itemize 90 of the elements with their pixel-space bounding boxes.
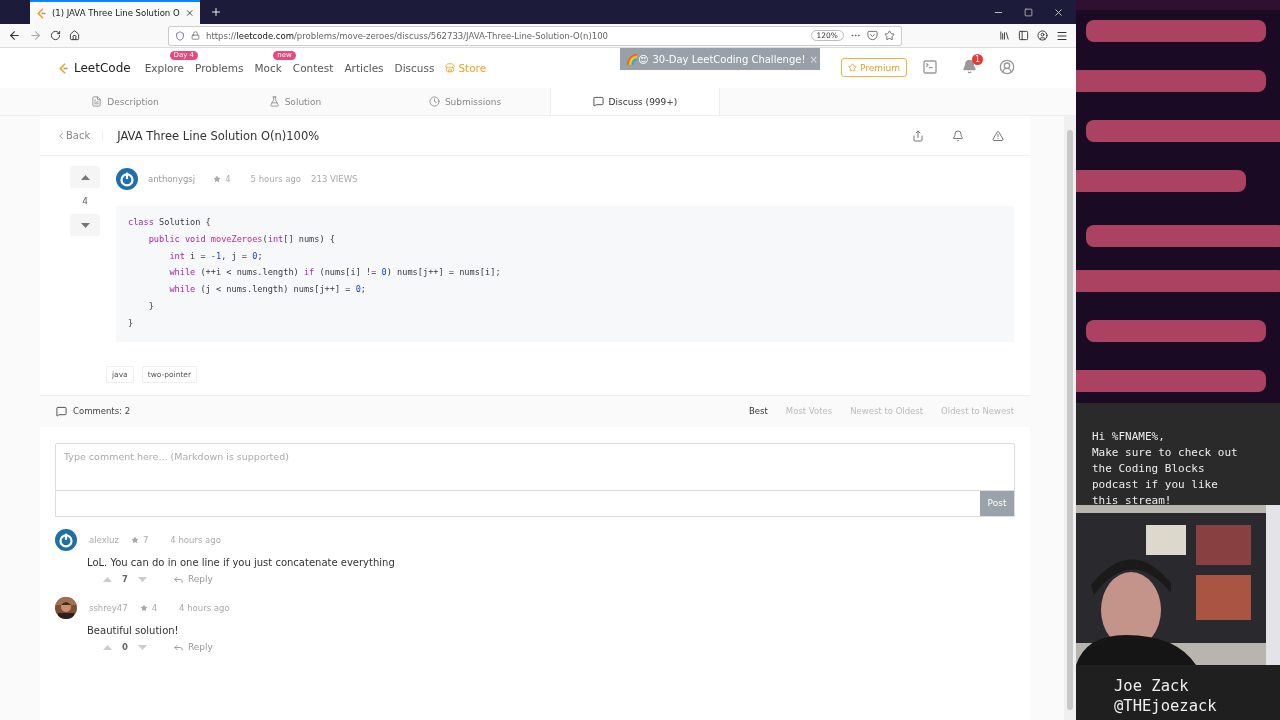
reputation: 4 — [151, 602, 158, 613]
lock-icon — [191, 31, 200, 40]
problem-tab[interactable]: Description — [40, 88, 210, 115]
close-icon[interactable]: × — [809, 53, 818, 65]
author-name[interactable]: sshrey47 — [89, 602, 128, 613]
terminal-icon[interactable] — [922, 59, 938, 75]
downvote-button[interactable] — [70, 214, 100, 236]
scrollbar-thumb[interactable] — [1067, 130, 1073, 710]
star-icon — [130, 535, 139, 544]
premium-button[interactable]: Premium — [841, 58, 908, 77]
comment-time: 4 hours ago — [170, 534, 221, 545]
home-icon[interactable] — [69, 30, 80, 41]
vote-count: 4 — [82, 196, 88, 206]
streamer-name: Joe Zack — [1114, 676, 1190, 696]
challenge-banner[interactable]: 🌈😍 30-Day LeetCoding Challenge! × — [620, 48, 820, 70]
sort-option[interactable]: Best — [749, 406, 768, 417]
back-link[interactable]: Back — [56, 130, 104, 141]
comment-text: LoL. You can do in one line if you just concatenate everything — [87, 556, 396, 568]
forward-icon[interactable] — [29, 29, 42, 42]
browser-tab[interactable]: (1) JAVA Three Line Solution O — [30, 0, 200, 24]
sidebar-icon[interactable] — [1018, 30, 1029, 41]
nav-link[interactable]: Articles — [344, 62, 384, 74]
reload-icon[interactable] — [50, 30, 61, 41]
comment-count: Comments: 2 — [73, 406, 131, 417]
library-icon[interactable] — [999, 30, 1010, 41]
streamer-handle: @THEjoezack — [1114, 696, 1218, 716]
upvote-button[interactable] — [70, 166, 100, 188]
site-logo[interactable]: LeetCode — [74, 61, 131, 75]
store-icon — [445, 63, 456, 73]
comment-text: Beautiful solution! — [87, 624, 180, 636]
stream-message: Hi %FNAME%, Make sure to check out the Coding Blocks podcast if you like this stream! — [1076, 403, 1280, 505]
author-name[interactable]: anthonygsj — [148, 174, 196, 184]
triangle-down-icon — [80, 222, 90, 228]
star-icon — [848, 63, 857, 72]
maximize-icon[interactable] — [1024, 7, 1033, 17]
banner-text: 30-Day LeetCoding Challenge! — [652, 53, 806, 65]
chat-icon — [592, 96, 604, 107]
avatar-icon — [55, 528, 77, 551]
avatar-icon — [116, 168, 138, 190]
warning-icon[interactable] — [992, 129, 1004, 142]
shield-icon — [175, 30, 185, 41]
avatar-icon[interactable] — [999, 59, 1015, 75]
logo-icon — [58, 62, 69, 74]
post-button[interactable]: Post — [980, 490, 1014, 516]
notification-badge: 1 — [972, 54, 983, 65]
post-title: JAVA Three Line Solution O(n)100% — [117, 128, 320, 143]
chevron-left-icon — [56, 130, 66, 141]
close-icon[interactable] — [1053, 6, 1064, 18]
author-name[interactable]: alexluz — [89, 534, 119, 545]
document-icon — [91, 96, 103, 107]
view-count: 213 VIEWS — [311, 174, 358, 184]
star-icon — [139, 603, 148, 612]
comment-time: 4 hours ago — [179, 602, 230, 613]
triangle-up-icon — [80, 174, 90, 180]
nav-link[interactable]: Explore — [144, 62, 185, 74]
code-block: class Solution { public void moveZeroes(int[] nums) { int i = -1, j = 0; while (++i < nums.length) if (nums[i] != 0) nums[j++] = nums[i]; while (j < nums.length) nums[j++] = 0; } } — [116, 206, 1014, 342]
chat-icon — [56, 405, 67, 417]
sort-option[interactable]: Oldest to Newest — [941, 406, 1014, 417]
plus-icon[interactable] — [210, 6, 222, 18]
banner-emoji: 🌈😍 — [626, 53, 649, 65]
account-icon[interactable] — [1037, 30, 1048, 41]
problem-tab[interactable]: Submissions — [380, 88, 550, 115]
reply-link[interactable]: Reply — [172, 573, 213, 585]
nav-link[interactable]: Store — [445, 62, 487, 74]
reputation: 7 — [142, 534, 149, 545]
nav-link[interactable]: Contest — [292, 62, 334, 74]
pocket-icon[interactable] — [867, 30, 878, 41]
vote-count: 0 — [122, 642, 128, 653]
post-time: 5 hours ago — [250, 174, 302, 184]
comment-field[interactable]: Type comment here... (Markdown is supported) — [55, 442, 1015, 491]
logo-icon — [36, 7, 47, 19]
nav-link[interactable]: Discuss — [394, 62, 435, 74]
bell-icon[interactable] — [952, 129, 964, 142]
problem-tab[interactable]: Discuss (999+) — [550, 88, 720, 115]
sort-option[interactable]: Newest to Oldest — [850, 406, 924, 417]
nav-link[interactable]: Problems — [195, 62, 244, 74]
star-icon — [213, 175, 222, 183]
nav-link[interactable]: Mock — [254, 62, 282, 74]
sort-option[interactable]: Most Votes — [785, 406, 833, 417]
reputation: 4 — [225, 174, 231, 184]
flask-icon — [268, 96, 280, 107]
vote-count: 7 — [122, 574, 128, 585]
share-icon[interactable] — [912, 129, 924, 142]
clock-icon — [428, 96, 440, 107]
back-icon[interactable] — [8, 29, 21, 42]
reply-link[interactable]: Reply — [172, 641, 213, 653]
star-icon[interactable] — [884, 30, 895, 41]
problem-tab[interactable]: Solution — [210, 88, 380, 115]
menu-icon[interactable] — [1056, 29, 1068, 42]
bell-icon[interactable] — [962, 59, 977, 74]
